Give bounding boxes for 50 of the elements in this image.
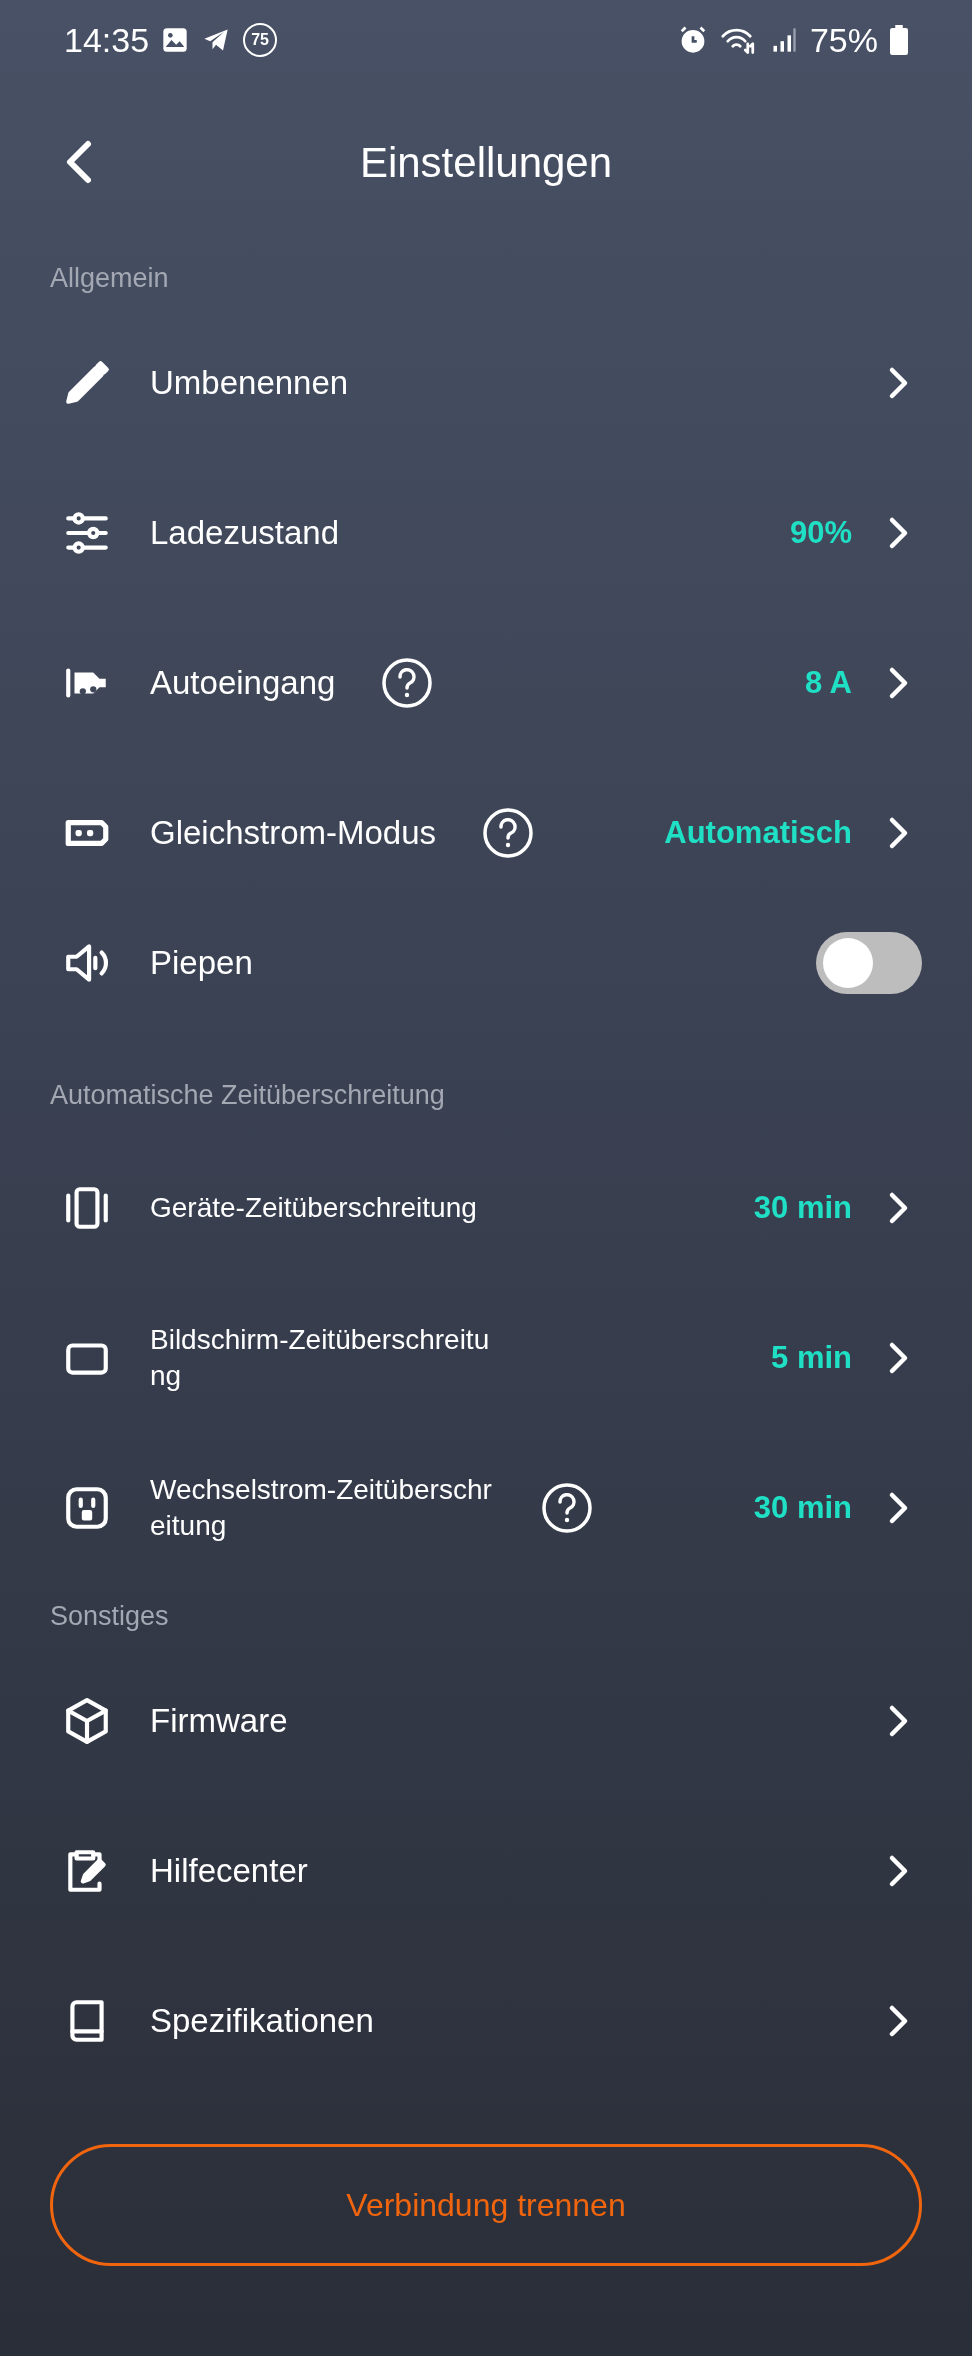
settings-row[interactable]: Gleichstrom-Modus Automatisch [0,758,972,908]
battery-icon [890,25,908,55]
chevron-right-icon [888,2004,910,2038]
setting-value: 8 A [804,665,852,701]
setting-value: 30 min [753,1490,852,1526]
help-icon[interactable] [482,807,535,859]
setting-label: Spezifikationen [150,2002,374,2040]
settings-row[interactable]: Umbenennen [0,308,972,458]
settings-row[interactable]: Ladezustand 90% [0,458,972,608]
settings-row[interactable]: Autoeingang 8 A [0,608,972,758]
page-title: Einstellungen [359,138,613,187]
chevron-right-icon [888,1491,910,1525]
chevron-right-icon [888,516,910,550]
chevron-right-icon [888,1341,910,1375]
settings-row[interactable]: Spezifikationen [0,1946,972,2096]
setting-label: Autoeingang [150,664,336,702]
battery-percent: 75% [809,20,878,60]
setting-label: Umbenennen [150,364,349,402]
setting-value: 30 min [753,1190,852,1226]
setting-label: Piepen [150,944,253,982]
setting-label: Hilfecenter [150,1852,308,1890]
help-icon[interactable] [541,1482,593,1534]
chevron-right-icon [888,1854,910,1888]
setting-label: Wechselstrom-Zeitüberschreitung [150,1472,493,1543]
settings-row[interactable]: Hilfecenter [0,1796,972,1946]
setting-label: Gleichstrom-Modus [150,814,437,852]
clock-time: 14:35 [64,20,150,60]
help-icon[interactable] [381,657,434,709]
chevron-right-icon [888,666,910,700]
chevron-right-icon [888,1191,910,1225]
setting-value: 5 min [771,1340,852,1376]
setting-label: Geräte-Zeitüberschreitung [150,1190,477,1225]
disconnect-button[interactable]: Verbindung trennen [50,2144,922,2266]
setting-value: Automatisch [664,815,852,851]
settings-row[interactable]: Wechselstrom-Zeitüberschreitung 30 min [0,1433,972,1583]
setting-label: Ladezustand [150,514,339,552]
setting-label: Firmware [150,1702,288,1740]
chevron-right-icon [888,816,910,850]
settings-row[interactable]: Firmware [0,1646,972,1796]
chevron-right-icon [888,1704,910,1738]
chevron-right-icon [888,366,910,400]
section-header: Automatische Zeitüberschreitung [50,1080,445,1110]
image-icon [161,26,190,54]
setting-value: 90% [789,515,852,551]
settings-row[interactable]: Bildschirm-Zeitüberschreitung 5 min [0,1283,972,1433]
setting-label: Bildschirm-Zeitüberschreitung [150,1322,491,1393]
notification-badge: 75 [243,23,278,57]
section-header: Sonstiges [50,1601,169,1631]
section-header: Allgemein [50,263,169,293]
settings-row[interactable]: Geräte-Zeitüberschreitung 30 min [0,1133,972,1283]
